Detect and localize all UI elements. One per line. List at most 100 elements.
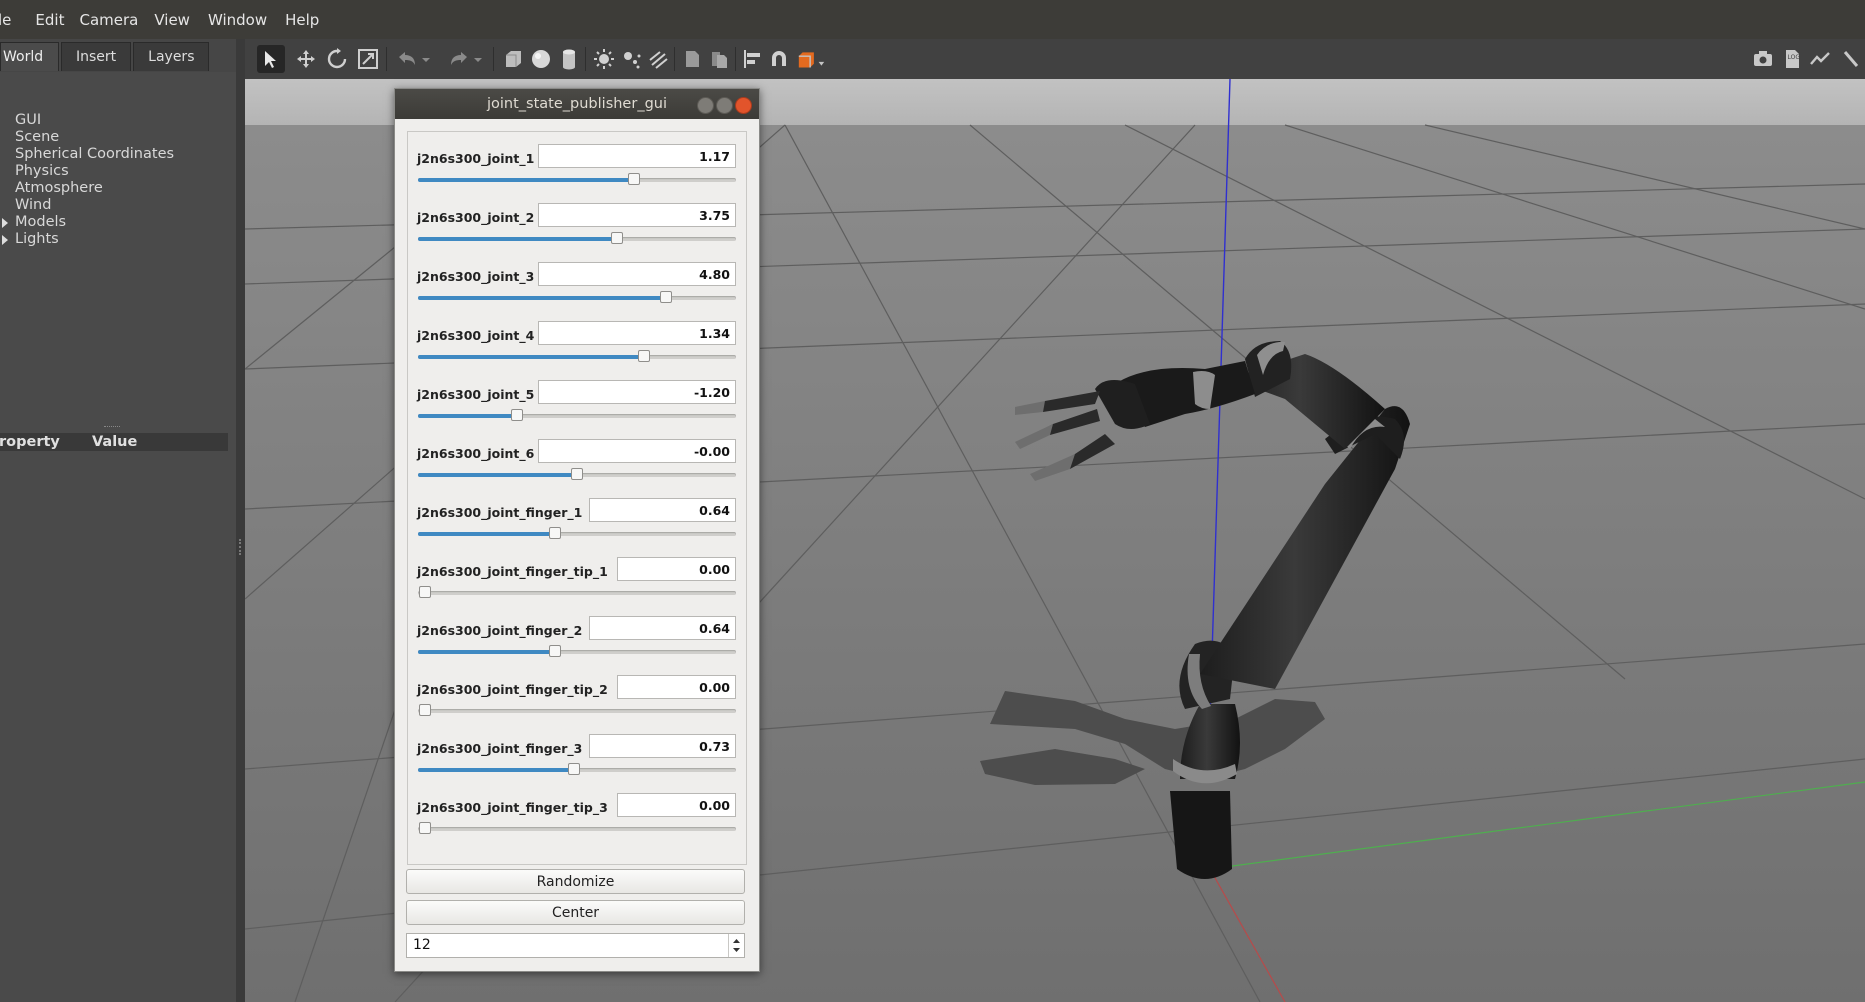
directional-light-icon[interactable] [646, 47, 670, 71]
joint-slider[interactable] [418, 350, 736, 362]
joint-name-label: j2n6s300_joint_finger_3 [417, 741, 583, 756]
align-icon[interactable] [740, 47, 764, 71]
left-panel-splitter[interactable] [236, 39, 245, 1002]
window-titlebar[interactable]: joint_state_publisher_gui [395, 89, 759, 119]
property-column-header[interactable]: roperty [0, 433, 60, 451]
sphere-icon[interactable] [529, 47, 553, 71]
tree-item-physics[interactable]: Physics [0, 163, 174, 180]
menu-view[interactable]: View [154, 11, 208, 29]
joint-count-spinbox[interactable]: 12 [406, 933, 745, 958]
slider-handle[interactable] [418, 586, 431, 598]
joint-value-field[interactable]: 0.64 [589, 498, 736, 522]
tab-insert[interactable]: Insert [61, 42, 132, 71]
undo-icon[interactable] [395, 47, 419, 71]
joint-slider[interactable] [418, 173, 736, 185]
joint-slider[interactable] [418, 232, 736, 244]
tree-item-scene[interactable]: Scene [0, 129, 174, 146]
tree-item-label: Wind [15, 197, 52, 213]
value-column-header[interactable]: Value [92, 433, 137, 451]
minimize-icon[interactable] [697, 97, 714, 114]
joint-slider[interactable] [418, 645, 736, 657]
joint-row: j2n6s300_joint_finger_tip_1 0.00 [408, 556, 746, 615]
joint-value-field[interactable]: 4.80 [538, 262, 736, 286]
scale-icon[interactable] [356, 47, 380, 71]
joint-value-field[interactable]: -1.20 [538, 380, 736, 404]
maximize-icon[interactable] [716, 97, 733, 114]
joint-name-label: j2n6s300_joint_finger_tip_1 [417, 564, 608, 579]
tab-world[interactable]: World [0, 42, 59, 71]
slider-handle[interactable] [637, 350, 650, 362]
slider-handle[interactable] [548, 645, 561, 657]
close-icon[interactable] [735, 97, 752, 114]
spinbox-arrows[interactable] [728, 934, 744, 957]
tree-item-spherical-coordinates[interactable]: Spherical Coordinates [0, 146, 174, 163]
slider-handle[interactable] [660, 291, 673, 303]
spot-light-icon[interactable] [619, 47, 643, 71]
tree-item-wind[interactable]: Wind [0, 197, 174, 214]
slider-handle[interactable] [418, 822, 431, 834]
joint-slider[interactable] [418, 586, 736, 598]
joint-value-field[interactable]: 1.17 [538, 144, 736, 168]
screenshot-icon[interactable] [1751, 47, 1775, 71]
tree-item-lights[interactable]: Lights [0, 231, 174, 248]
record-icon[interactable] [1843, 47, 1865, 71]
tab-layers[interactable]: Layers [133, 42, 210, 71]
slider-handle[interactable] [628, 173, 641, 185]
rotate-icon[interactable] [325, 47, 349, 71]
joint-name-label: j2n6s300_joint_1 [417, 151, 535, 166]
toolbar: LOG [245, 39, 1865, 79]
tree-item-gui[interactable]: GUI [0, 112, 174, 129]
view-angle-icon[interactable] [795, 47, 829, 71]
slider-handle[interactable] [548, 527, 561, 539]
slider-handle[interactable] [610, 232, 623, 244]
joint-value-field[interactable]: 0.64 [589, 616, 736, 640]
undo-dropdown-icon[interactable] [419, 47, 433, 71]
cylinder-icon[interactable] [557, 47, 581, 71]
translate-icon[interactable] [294, 47, 318, 71]
log-icon[interactable]: LOG [1780, 47, 1804, 71]
select-arrow-icon[interactable] [257, 45, 285, 73]
menu-window[interactable]: Window [208, 11, 285, 29]
joint-value-field[interactable]: 3.75 [538, 203, 736, 227]
menu-edit[interactable]: Edit [35, 11, 79, 29]
snap-icon[interactable] [767, 47, 791, 71]
slider-handle[interactable] [571, 468, 583, 480]
tree-item-models[interactable]: Models [0, 214, 174, 231]
randomize-button[interactable]: Randomize [406, 869, 745, 894]
joint-slider[interactable] [418, 291, 736, 303]
slider-handle[interactable] [567, 763, 580, 775]
joint-value-field[interactable]: 0.00 [617, 675, 736, 699]
joint-value-field[interactable]: -0.00 [538, 439, 736, 463]
joint-slider[interactable] [418, 527, 736, 539]
point-light-icon[interactable] [592, 47, 616, 71]
redo-icon[interactable] [447, 47, 471, 71]
copy-icon[interactable] [680, 47, 704, 71]
plot-icon[interactable] [1808, 47, 1832, 71]
tree-item-label: Spherical Coordinates [15, 146, 175, 162]
slider-handle[interactable] [418, 704, 431, 716]
menu-camera[interactable]: Camera [79, 11, 154, 29]
expand-arrow-icon[interactable] [2, 235, 8, 245]
redo-dropdown-icon[interactable] [471, 47, 485, 71]
joint-value-field[interactable]: 0.00 [617, 557, 736, 581]
joint-slider[interactable] [418, 468, 736, 480]
joint-slider[interactable] [418, 763, 736, 775]
joint-value-field[interactable]: 0.00 [617, 793, 736, 817]
joint-value-field[interactable]: 1.34 [538, 321, 736, 345]
paste-icon[interactable] [707, 47, 731, 71]
menu-help[interactable]: Help [285, 11, 332, 29]
expand-arrow-icon[interactable] [2, 218, 8, 228]
joint-slider[interactable] [418, 409, 736, 421]
slider-fill [418, 650, 555, 654]
slider-handle[interactable] [510, 409, 523, 421]
panel-splitter-handle[interactable] [104, 426, 120, 430]
box-icon[interactable] [501, 47, 525, 71]
tree-item-label: Lights [15, 231, 59, 247]
joint-slider[interactable] [418, 704, 736, 716]
slider-fill [418, 296, 667, 300]
joint-slider[interactable] [418, 822, 736, 834]
joint-value-field[interactable]: 0.73 [589, 734, 736, 758]
tree-item-atmosphere[interactable]: Atmosphere [0, 180, 174, 197]
menu-file[interactable]: le [0, 11, 35, 29]
center-button[interactable]: Center [406, 900, 745, 925]
